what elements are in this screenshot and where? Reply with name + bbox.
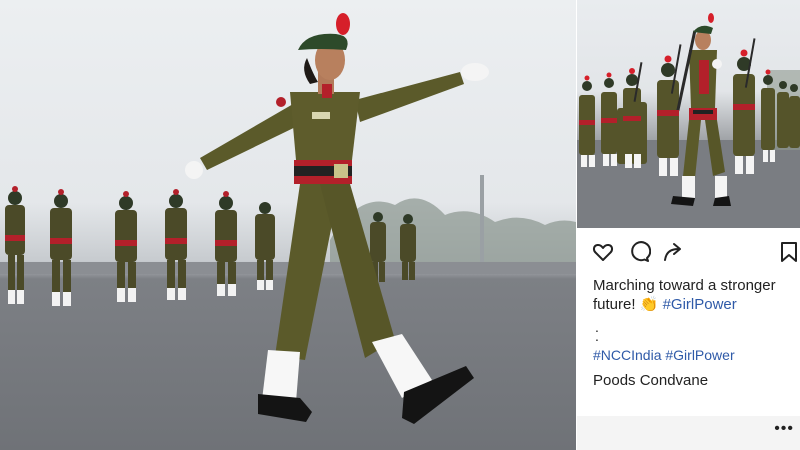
comment-icon[interactable] xyxy=(627,240,652,264)
main-photo xyxy=(0,0,576,450)
clap-emoji: 👏 xyxy=(639,296,659,313)
account-name[interactable]: Poods Condvane xyxy=(593,372,708,389)
post-caption: Marching toward a stronger future! 👏 #Gi… xyxy=(593,276,793,314)
caption-hashtag[interactable]: #GirlPower xyxy=(663,296,737,313)
dot-line-2: . xyxy=(595,328,599,344)
more-dots-icon[interactable]: ••• xyxy=(774,420,794,438)
post-footer: ••• xyxy=(577,416,800,450)
bookmark-icon[interactable] xyxy=(777,240,800,264)
side-photo xyxy=(577,0,800,228)
post-panel: Marching toward a stronger future! 👏 #Gi… xyxy=(577,228,800,450)
hashtag-girl-power[interactable]: #GirlPower xyxy=(665,347,734,363)
hashtag-ncc-india[interactable]: #NCCIndia xyxy=(593,347,661,363)
contingent-illustration xyxy=(577,13,800,228)
heart-icon[interactable] xyxy=(591,240,615,264)
post-actions xyxy=(591,240,797,264)
hashtag-list: #NCCIndia #GirlPower xyxy=(593,347,735,363)
caption-dots: . . xyxy=(595,320,599,344)
share-arrow-icon[interactable] xyxy=(661,240,685,264)
marching-cadet-illustration xyxy=(0,13,576,424)
